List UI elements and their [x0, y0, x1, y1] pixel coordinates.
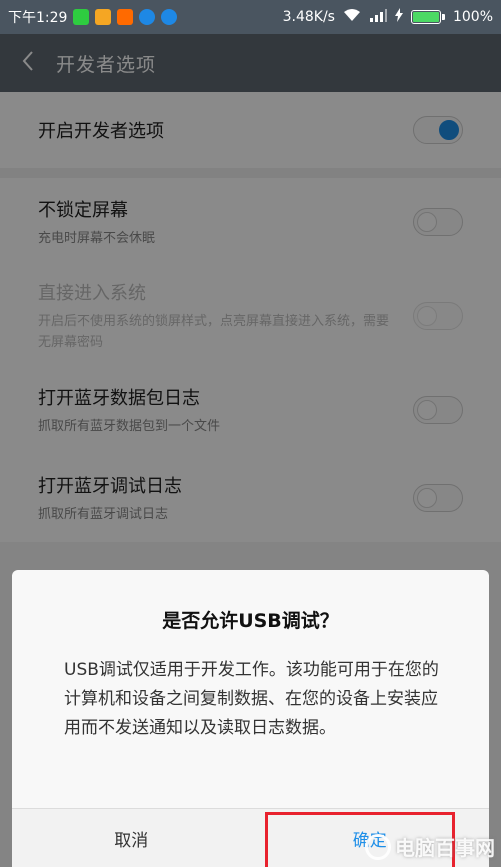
signal-icon	[369, 8, 387, 26]
status-time: 下午1:29	[8, 10, 68, 26]
message-app-icon	[95, 9, 112, 25]
watermark-text: 电脑百事网	[395, 836, 495, 860]
watermark-logo-icon	[365, 833, 391, 860]
watermark: 电脑百事网	[365, 832, 495, 861]
battery-icon	[410, 10, 445, 24]
status-bar: 下午1:29 3.48K/s 100%	[0, 0, 501, 34]
cancel-button[interactable]: 取消	[12, 809, 251, 867]
charging-icon	[394, 8, 403, 26]
battery-percent: 100%	[452, 9, 493, 25]
battery-fill	[412, 12, 439, 22]
wifi-icon	[343, 8, 361, 26]
dialog-title: 是否允许USB调试？	[162, 610, 339, 632]
green-app-icon	[73, 9, 90, 25]
browser-app-icon	[161, 9, 178, 25]
orange-app-icon	[117, 9, 134, 25]
network-speed: 3.48K/s	[282, 9, 335, 25]
dialog-message: USB调试仅适用于开发工作。该功能可用于在您的计算机和设备之间复制数据、在您的设…	[64, 660, 439, 738]
blue-app-icon	[139, 9, 156, 25]
